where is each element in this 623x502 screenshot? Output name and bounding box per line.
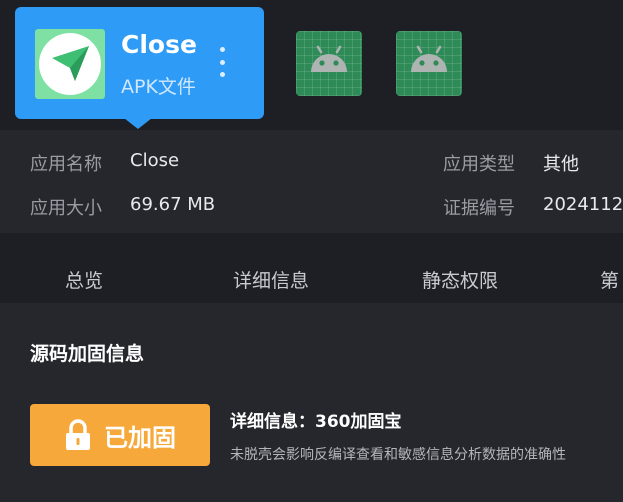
cert-number-label: 证据编号	[443, 198, 515, 219]
hardening-status-button[interactable]: 已加固	[30, 404, 210, 466]
app-name-label: 应用名称	[30, 154, 102, 175]
selected-app-card[interactable]: Close APK文件	[15, 7, 264, 119]
app-card-title: Close	[121, 30, 197, 59]
tab-next[interactable]: 第	[600, 266, 619, 293]
cert-number-value: 20241126	[543, 194, 623, 215]
app-size-label: 应用大小	[30, 198, 102, 219]
tab-details[interactable]: 详细信息	[233, 266, 309, 293]
app-name-value: Close	[130, 150, 180, 171]
hardening-section: 源码加固信息 已加固 详细信息：360加固宝 未脱壳会影响反编译查看和敏感信息分…	[0, 303, 623, 502]
app-card-subtitle: APK文件	[121, 76, 196, 98]
app-info-panel: 应用名称 Close 应用类型 其他 应用大小 69.67 MB 证据编号 20…	[0, 130, 623, 233]
paper-plane-icon	[52, 46, 89, 81]
tab-overview[interactable]: 总览	[65, 266, 103, 293]
related-apk-2[interactable]	[396, 31, 462, 96]
android-icon	[311, 45, 347, 72]
vertical-dots-icon[interactable]	[215, 47, 229, 77]
app-header: Close APK文件	[0, 0, 623, 130]
app-type-label: 应用类型	[443, 154, 515, 175]
app-type-value: 其他	[543, 154, 579, 175]
card-pointer	[124, 118, 152, 129]
app-icon	[35, 29, 105, 99]
section-title: 源码加固信息	[30, 343, 145, 365]
android-icon	[411, 45, 447, 72]
hardening-detail-note: 未脱壳会影响反编译查看和敏感信息分析数据的准确性	[230, 447, 566, 463]
hardening-detail-title: 详细信息：360加固宝	[230, 412, 402, 432]
related-apk-1[interactable]	[296, 31, 362, 96]
hardening-status-label: 已加固	[104, 423, 176, 452]
tab-bar: 总览 详细信息 静态权限 第	[0, 233, 623, 303]
app-size-value: 69.67 MB	[130, 194, 216, 215]
lock-icon	[66, 419, 90, 450]
tab-static-permissions[interactable]: 静态权限	[422, 266, 498, 293]
